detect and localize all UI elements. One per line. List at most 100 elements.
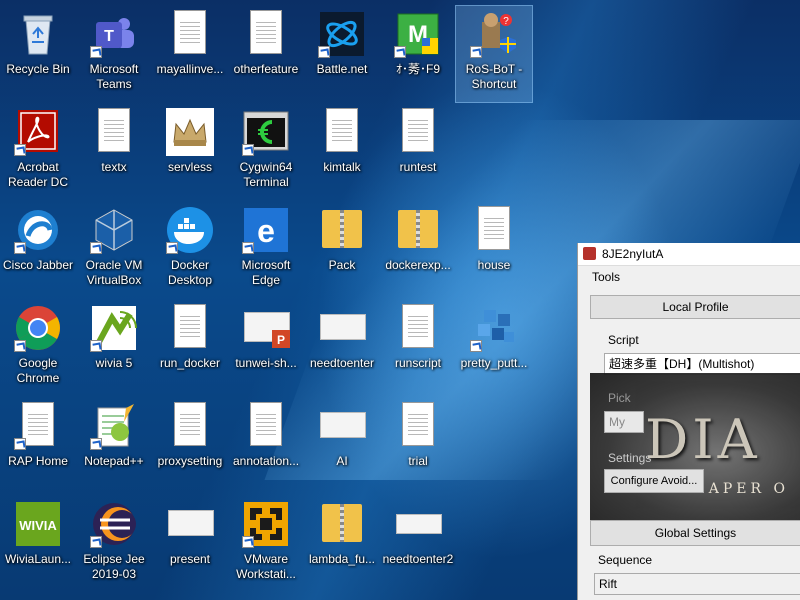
blank-document-icon [318,108,366,156]
shortcut-arrow-icon [14,242,26,254]
desktop-icon-house[interactable]: house [456,202,532,298]
desktop-icon-proxysetting[interactable]: proxysetting [152,398,228,494]
desktop-icon-microsoft-teams[interactable]: T Microsoft Teams [76,6,152,102]
desktop-icon-tunwei-sh[interactable]: P tunwei-sh... [228,300,304,396]
shortcut-arrow-icon [90,340,102,352]
icon-label: RoS-BoT - Shortcut [465,62,523,91]
desktop-icon-pack[interactable]: Pack [304,202,380,298]
desktop-icon-rap-home[interactable]: RAP Home [0,398,76,494]
icon-label: runscript [394,356,441,370]
desktop-icon-otherfeature[interactable]: otherfeature [228,6,304,102]
desktop-icon-run-docker[interactable]: run_docker [152,300,228,396]
desktop-icon-google-chrome[interactable]: Google Chrome [0,300,76,396]
edge-icon: e [242,206,290,254]
desktop-icon-dockerexp[interactable]: dockerexp... [380,202,456,298]
configure-avoid-button[interactable]: Configure Avoid... [604,469,704,493]
icon-label: Pack [328,258,356,272]
wivia-icon [90,304,138,352]
desktop-icon-ai[interactable]: AI [304,398,380,494]
desktop-icon-cygwin64-terminal[interactable]: Cygwin64 Terminal [228,104,304,200]
blank-document-icon [242,402,290,450]
desktop-icon-pretty-putt[interactable]: pretty_putt... [456,300,532,396]
shortcut-arrow-icon [318,46,330,58]
desktop-icon-recycle-bin[interactable]: Recycle Bin [0,6,76,102]
desktop-icon-vmware-workstation[interactable]: VMware Workstati... [228,496,304,592]
blank-document-icon [14,402,62,450]
shortcut-arrow-icon [242,242,254,254]
virtualbox-icon [90,206,138,254]
text-document-icon [166,304,214,352]
app-icon [583,247,596,260]
desktop-icon-microsoft-edge[interactable]: e Microsoft Edge [228,202,304,298]
text-document-icon [242,10,290,58]
window-titlebar[interactable]: 8JE2nyIutA [578,243,800,266]
ros-bot-window[interactable]: 8JE2nyIutA Tools Local Profile Script 超速… [577,243,800,600]
shortcut-arrow-icon [470,46,482,58]
image-thumbnail-icon [166,500,214,548]
icon-label: house [477,258,511,272]
icon-label: textx [101,160,127,174]
desktop-icon-docker-desktop[interactable]: Docker Desktop [152,202,228,298]
desktop-icon-trial[interactable]: trial [380,398,456,494]
menu-tools[interactable]: Tools [592,270,620,284]
icon-label: runtest [399,160,437,174]
icon-label: kimtalk [323,160,361,174]
text-document-icon [394,402,442,450]
icon-label: dockerexp... [385,258,451,272]
icon-label: Docker Desktop [167,258,213,287]
icon-label: needtoenter [309,356,375,370]
desktop-icon-mayallinve[interactable]: mayallinve... [152,6,228,102]
global-settings-button[interactable]: Global Settings [590,520,800,546]
svg-text:e: e [257,213,275,249]
icon-label: Eclipse Jee 2019-03 [83,552,145,581]
sequence-select[interactable]: Rift [594,573,800,595]
notepad-plus-plus-icon [90,402,138,450]
docker-icon [166,206,214,254]
shortcut-arrow-icon [90,536,102,548]
text-document-icon [394,304,442,352]
icon-label: Cisco Jabber [2,258,74,272]
desktop-icon-oracle-vm-virtualbox[interactable]: Oracle VM VirtualBox [76,202,152,298]
eclipse-icon [90,500,138,548]
desktop-icon-wivialaun[interactable]: WIVIA WiviaLaun... [0,496,76,592]
icon-label: pretty_putt... [460,356,528,370]
desktop-icon-runtest[interactable]: runtest [380,104,456,200]
shortcut-arrow-icon [14,340,26,352]
desktop-icon-lambda-fu[interactable]: lambda_fu... [304,496,380,592]
pick-select[interactable]: My [604,411,644,433]
icon-label: Microsoft Teams [89,62,139,91]
desktop-icon-cisco-jabber[interactable]: Cisco Jabber [0,202,76,298]
icon-label: Microsoft Edge [241,258,291,287]
desktop-icon-runscript[interactable]: runscript [380,300,456,396]
wivia-launcher-icon: WIVIA [14,500,62,548]
shortcut-arrow-icon [242,536,254,548]
desktop-icon-present[interactable]: present [152,496,228,592]
desktop-icon-needtoenter2[interactable]: needtoenter2 [380,496,456,592]
script-select[interactable]: 超速多重【DH】(Multishot) [604,353,800,375]
desktop-icon-annotation[interactable]: annotation... [228,398,304,494]
icon-label: Cygwin64 Terminal [239,160,293,189]
desktop-icon-ros-bot-shortcut[interactable]: ? RoS-BoT - Shortcut [455,5,533,103]
desktop-icon-eclipse-jee[interactable]: Eclipse Jee 2019-03 [76,496,152,592]
desktop-icon-f9[interactable]: M ｵ･莠･F9 [380,6,456,102]
desktop-icon-notepad-plus-plus[interactable]: Notepad++ [76,398,152,494]
sequence-label: Sequence [598,553,653,567]
icon-label: Oracle VM VirtualBox [85,258,143,287]
desktop-icon-textx[interactable]: textx [76,104,152,200]
text-document-icon [394,108,442,156]
icon-label: servless [167,160,212,174]
icon-label: RAP Home [8,454,68,468]
desktop-icon-kimtalk[interactable]: kimtalk [304,104,380,200]
icon-label: Notepad++ [84,454,144,468]
zip-folder-icon [394,206,442,254]
desktop-icon-servless[interactable]: servless [152,104,228,200]
desktop-icon-battle-net[interactable]: Battle.net [304,6,380,102]
desktop-icon-acrobat-reader[interactable]: Acrobat Reader DC [0,104,76,200]
text-document-icon [166,10,214,58]
menu-bar: Tools [578,266,800,288]
desktop-icon-wivia-5[interactable]: wivia 5 [76,300,152,396]
pick-label: Pick [608,391,631,405]
desktop-icon-needtoenter[interactable]: needtoenter [304,300,380,396]
icon-label: ｵ･莠･F9 [395,62,440,76]
local-profile-button[interactable]: Local Profile [590,295,800,319]
